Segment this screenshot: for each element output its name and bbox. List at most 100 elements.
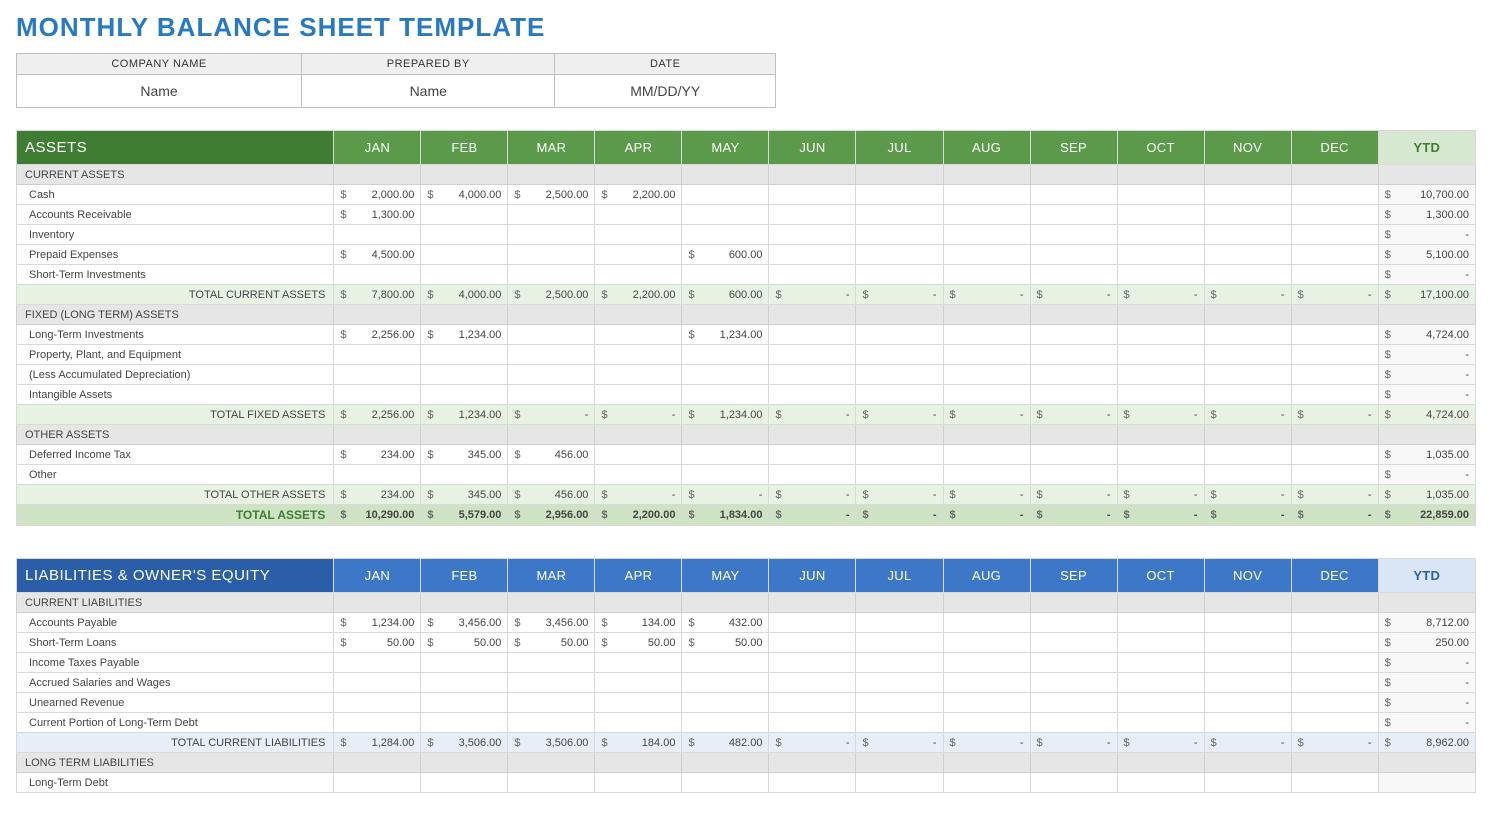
cell[interactable] (1117, 613, 1204, 633)
cell[interactable] (508, 713, 595, 733)
cell[interactable] (1204, 345, 1291, 365)
cell[interactable] (1204, 445, 1291, 465)
cell[interactable] (595, 325, 682, 345)
cell[interactable] (856, 773, 943, 793)
cell[interactable] (943, 773, 1030, 793)
cell[interactable] (595, 205, 682, 225)
cell[interactable] (856, 673, 943, 693)
cell[interactable] (1291, 693, 1378, 713)
cell[interactable] (508, 265, 595, 285)
cell[interactable] (856, 205, 943, 225)
cell[interactable] (1117, 633, 1204, 653)
cell[interactable] (421, 205, 508, 225)
cell[interactable] (421, 713, 508, 733)
cell[interactable]: $3,456.00 (508, 613, 595, 633)
cell[interactable] (856, 713, 943, 733)
cell[interactable] (334, 693, 421, 713)
cell[interactable] (856, 693, 943, 713)
cell[interactable] (682, 653, 769, 673)
cell[interactable] (1204, 773, 1291, 793)
cell[interactable] (682, 265, 769, 285)
cell[interactable] (943, 693, 1030, 713)
cell[interactable] (1291, 365, 1378, 385)
cell[interactable] (1030, 225, 1117, 245)
cell[interactable] (1291, 445, 1378, 465)
cell[interactable] (1030, 693, 1117, 713)
cell[interactable] (1030, 773, 1117, 793)
cell[interactable] (595, 693, 682, 713)
cell[interactable] (682, 773, 769, 793)
cell[interactable] (1204, 205, 1291, 225)
cell[interactable] (508, 205, 595, 225)
cell[interactable] (943, 653, 1030, 673)
cell[interactable] (421, 345, 508, 365)
cell[interactable] (508, 345, 595, 365)
cell[interactable] (943, 205, 1030, 225)
cell[interactable] (595, 713, 682, 733)
cell[interactable] (1117, 653, 1204, 673)
cell[interactable] (943, 185, 1030, 205)
cell[interactable] (595, 653, 682, 673)
cell[interactable] (769, 385, 856, 405)
cell[interactable]: $456.00 (508, 445, 595, 465)
cell[interactable] (943, 365, 1030, 385)
cell[interactable] (1291, 713, 1378, 733)
cell[interactable] (943, 325, 1030, 345)
cell[interactable] (334, 653, 421, 673)
cell[interactable] (595, 445, 682, 465)
cell[interactable]: $1,300.00 (334, 205, 421, 225)
cell[interactable] (856, 245, 943, 265)
cell[interactable]: $2,256.00 (334, 325, 421, 345)
cell[interactable] (508, 325, 595, 345)
cell[interactable] (595, 225, 682, 245)
cell[interactable] (1117, 445, 1204, 465)
cell[interactable] (1204, 365, 1291, 385)
cell[interactable] (1030, 633, 1117, 653)
cell[interactable]: $1,234.00 (682, 325, 769, 345)
cell[interactable]: $50.00 (682, 633, 769, 653)
cell[interactable] (682, 465, 769, 485)
cell[interactable] (1117, 185, 1204, 205)
cell[interactable] (334, 265, 421, 285)
cell[interactable] (1030, 385, 1117, 405)
cell[interactable] (1291, 205, 1378, 225)
cell[interactable] (1291, 265, 1378, 285)
cell[interactable] (856, 445, 943, 465)
cell[interactable] (334, 713, 421, 733)
cell[interactable] (1030, 653, 1117, 673)
cell[interactable] (1030, 445, 1117, 465)
cell[interactable] (1117, 693, 1204, 713)
cell[interactable] (769, 245, 856, 265)
cell[interactable] (508, 653, 595, 673)
cell[interactable] (595, 385, 682, 405)
cell[interactable] (769, 773, 856, 793)
cell[interactable] (1204, 385, 1291, 405)
cell[interactable] (1030, 245, 1117, 265)
cell[interactable] (334, 465, 421, 485)
cell[interactable] (421, 693, 508, 713)
cell[interactable] (595, 265, 682, 285)
cell[interactable] (1204, 265, 1291, 285)
cell[interactable] (508, 465, 595, 485)
cell[interactable] (334, 773, 421, 793)
cell[interactable] (769, 265, 856, 285)
cell[interactable]: $134.00 (595, 613, 682, 633)
cell[interactable]: $50.00 (595, 633, 682, 653)
cell[interactable] (1117, 713, 1204, 733)
cell[interactable] (1030, 345, 1117, 365)
cell[interactable]: $50.00 (421, 633, 508, 653)
cell[interactable]: $432.00 (682, 613, 769, 633)
cell[interactable] (1291, 613, 1378, 633)
cell[interactable] (769, 693, 856, 713)
cell[interactable] (856, 633, 943, 653)
cell[interactable] (334, 345, 421, 365)
cell[interactable] (1291, 385, 1378, 405)
cell[interactable] (1117, 345, 1204, 365)
cell[interactable]: $2,000.00 (334, 185, 421, 205)
cell[interactable] (1117, 225, 1204, 245)
cell[interactable] (682, 225, 769, 245)
cell[interactable] (856, 325, 943, 345)
info-value-date[interactable]: MM/DD/YY (555, 75, 776, 108)
cell[interactable] (421, 265, 508, 285)
cell[interactable] (1030, 713, 1117, 733)
